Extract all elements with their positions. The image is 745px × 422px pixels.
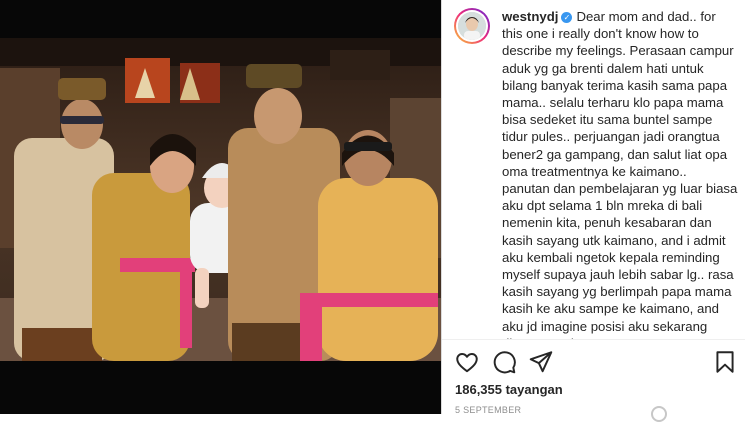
family-photo — [0, 38, 441, 361]
caption-block: westnydj ✓ Dear mom and dad.. for this one… — [454, 8, 739, 340]
spinner-icon — [651, 406, 667, 422]
heart-icon[interactable] — [454, 349, 480, 375]
caption: westnydj ✓ Dear mom and dad.. for this one… — [502, 8, 738, 340]
actions-divider — [442, 339, 745, 340]
view-count[interactable]: 186,355 tayangan — [455, 382, 563, 397]
comment-icon[interactable] — [491, 349, 517, 375]
action-bar — [454, 349, 737, 377]
bookmark-icon[interactable] — [712, 349, 738, 375]
avatar[interactable] — [454, 8, 490, 44]
post-media[interactable] — [0, 0, 441, 414]
avatar-image — [458, 12, 486, 40]
username-link[interactable]: westnydj — [502, 9, 558, 24]
post-side-panel: westnydj ✓ Dear mom and dad.. for this one… — [442, 0, 745, 422]
caption-text: Dear mom and dad.. for this one i really… — [502, 9, 738, 340]
paper-plane-icon[interactable] — [528, 349, 554, 375]
verified-badge-icon: ✓ — [561, 12, 573, 23]
